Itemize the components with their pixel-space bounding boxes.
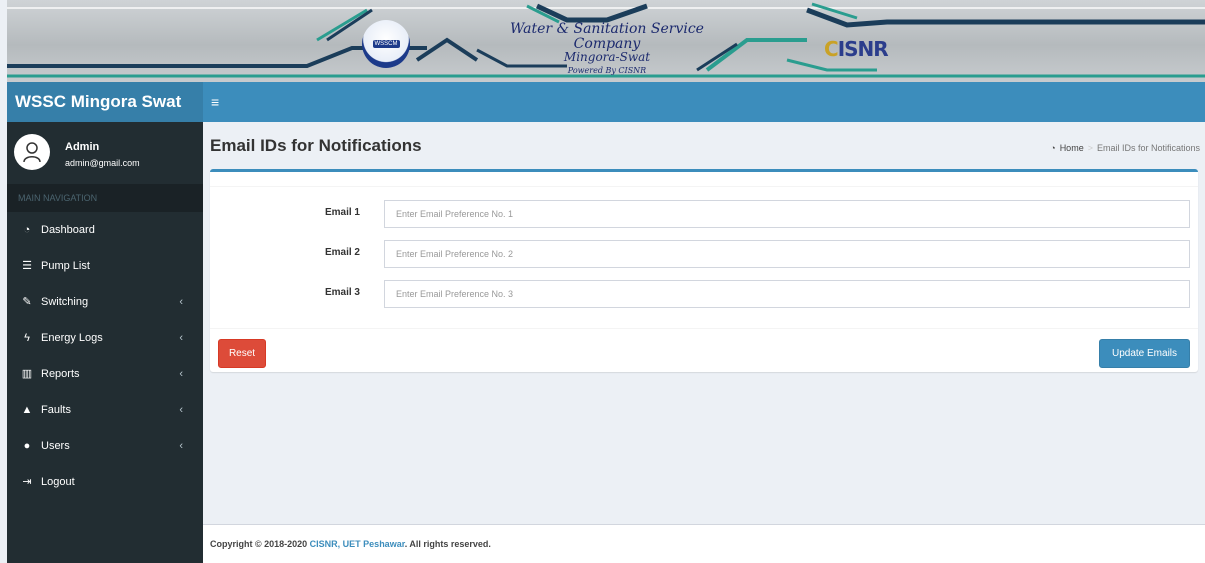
user-panel: Admin admin@gmail.com bbox=[7, 122, 203, 184]
sidebar-item-energy-logs[interactable]: ϟ Energy Logs ‹ bbox=[7, 320, 203, 356]
cisnr-logo-c: C bbox=[824, 37, 839, 61]
sidebar-item-logout[interactable]: ⇥ Logout bbox=[7, 464, 203, 500]
warning-icon: ▲ bbox=[21, 404, 33, 416]
form-row-email-1: Email 1 bbox=[210, 200, 1198, 228]
email-1-field[interactable] bbox=[384, 200, 1190, 228]
email-3-field[interactable] bbox=[384, 280, 1190, 308]
wsscm-logo-text: WSSCM bbox=[372, 40, 400, 48]
chevron-left-icon: ‹ bbox=[179, 296, 183, 308]
sidebar-item-label: Dashboard bbox=[41, 224, 95, 236]
form-footer: Reset Update Emails bbox=[210, 328, 1198, 372]
sidebar-item-label: Pump List bbox=[41, 260, 90, 272]
chevron-left-icon: ‹ bbox=[179, 404, 183, 416]
bolt-icon: ϟ bbox=[24, 332, 30, 344]
email-3-label: Email 3 bbox=[324, 287, 360, 298]
dashboard-icon: ◔ bbox=[23, 224, 31, 236]
sidebar-item-label: Energy Logs bbox=[41, 332, 103, 344]
nav-header: MAIN NAVIGATION bbox=[7, 184, 203, 212]
form-row-email-3: Email 3 bbox=[210, 280, 1198, 308]
banner-title-line1: Water & Sanitation Service Company bbox=[510, 21, 704, 52]
hamburger-icon[interactable]: ≡ bbox=[211, 82, 219, 122]
footer-link[interactable]: CISNR, UET Peshawar bbox=[310, 539, 405, 549]
sidebar-item-label: Logout bbox=[41, 476, 75, 488]
avatar bbox=[14, 134, 50, 170]
sidebar-item-label: Faults bbox=[41, 404, 71, 416]
sidebar-item-faults[interactable]: ▲ Faults ‹ bbox=[7, 392, 203, 428]
form-body: Email 1 Email 2 Email 3 bbox=[210, 186, 1198, 326]
footer-prefix: Copyright © 2018-2020 bbox=[210, 539, 310, 549]
breadcrumb: ◔ Home > Email IDs for Notifications bbox=[1050, 143, 1200, 153]
chevron-left-icon: ‹ bbox=[179, 332, 183, 344]
email-form-box: Email 1 Email 2 Email 3 Reset Update Ema… bbox=[210, 169, 1198, 372]
bar-chart-icon: ▥ bbox=[21, 368, 33, 380]
email-1-label: Email 1 bbox=[324, 207, 360, 218]
wsscm-logo: WSSCM bbox=[362, 20, 410, 68]
user-avatar-icon bbox=[23, 142, 41, 163]
form-row-email-2: Email 2 bbox=[210, 240, 1198, 268]
user-icon: ● bbox=[23, 440, 31, 452]
sidebar-item-users[interactable]: ● Users ‹ bbox=[7, 428, 203, 464]
cisnr-logo: CISNR bbox=[824, 37, 889, 61]
sidebar-item-reports[interactable]: ▥ Reports ‹ bbox=[7, 356, 203, 392]
banner-title-line2: Mingora-Swat bbox=[563, 50, 651, 65]
plug-icon: ✎ bbox=[22, 296, 32, 308]
sign-out-icon: ⇥ bbox=[22, 476, 32, 488]
sidebar-item-label: Switching bbox=[41, 296, 89, 308]
chevron-left-icon: ‹ bbox=[179, 368, 183, 380]
email-2-field[interactable] bbox=[384, 240, 1190, 268]
footer-suffix: . All rights reserved. bbox=[404, 539, 491, 549]
sidebar-item-label: Users bbox=[41, 440, 70, 452]
banner-title: Water & Sanitation Service Company Mingo… bbox=[487, 22, 727, 75]
user-name: Admin bbox=[65, 141, 100, 153]
breadcrumb-separator: > bbox=[1087, 143, 1093, 153]
sidebar-item-label: Reports bbox=[41, 368, 80, 380]
dashboard-icon: ◔ bbox=[1050, 143, 1056, 153]
content-header: Email IDs for Notifications ◔ Home > Ema… bbox=[210, 122, 1200, 172]
sidebar-item-switching[interactable]: ✎ Switching ‹ bbox=[7, 284, 203, 320]
user-email: admin@gmail.com bbox=[65, 158, 140, 168]
sidebar-item-dashboard[interactable]: ◔ Dashboard bbox=[7, 212, 203, 248]
header-banner: WSSCM Water & Sanitation Service Company… bbox=[7, 0, 1205, 82]
update-emails-button[interactable]: Update Emails bbox=[1099, 339, 1190, 368]
list-icon: ☰ bbox=[22, 260, 32, 272]
chevron-left-icon: ‹ bbox=[179, 440, 183, 452]
sidebar-item-pump-list[interactable]: ☰ Pump List bbox=[7, 248, 203, 284]
breadcrumb-current: Email IDs for Notifications bbox=[1096, 143, 1200, 153]
top-navbar: WSSC Mingora Swat ≡ bbox=[7, 82, 1205, 122]
app-logo[interactable]: WSSC Mingora Swat bbox=[7, 82, 203, 122]
sidebar: Admin admin@gmail.com MAIN NAVIGATION ◔ … bbox=[7, 122, 203, 563]
page-title: Email IDs for Notifications bbox=[210, 136, 422, 155]
email-2-label: Email 2 bbox=[324, 247, 360, 258]
banner-title-line3: Powered By CISNR bbox=[567, 65, 647, 75]
breadcrumb-home[interactable]: Home bbox=[1060, 143, 1084, 153]
cisnr-logo-rest: ISNR bbox=[837, 37, 889, 61]
reset-button[interactable]: Reset bbox=[218, 339, 266, 368]
page-footer: Copyright © 2018-2020 CISNR, UET Peshawa… bbox=[203, 524, 1205, 563]
